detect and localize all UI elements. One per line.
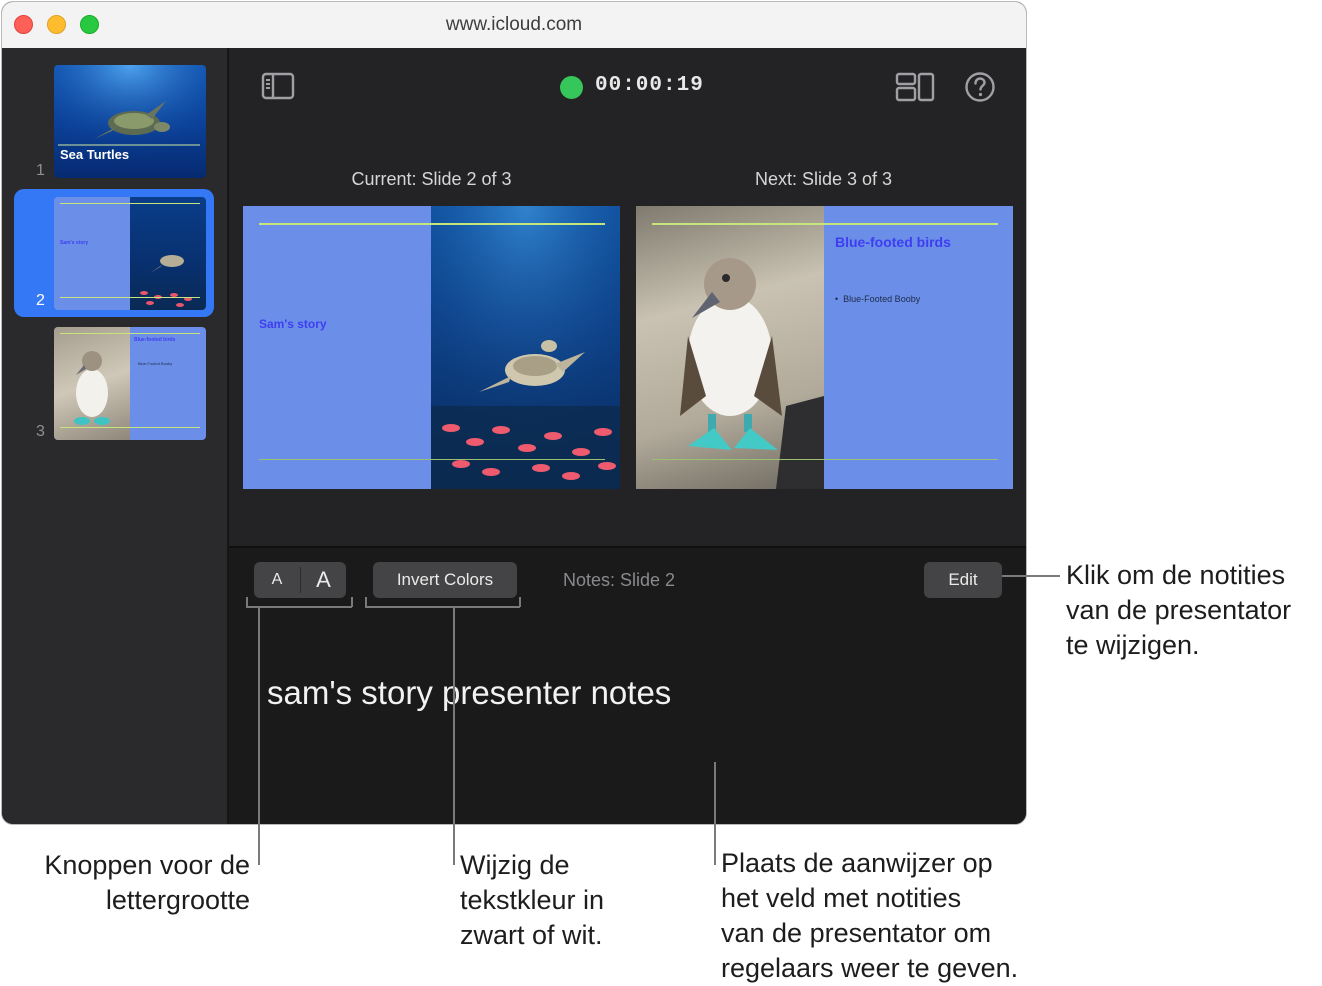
help-icon[interactable] <box>964 71 996 103</box>
slide-title: Sam's story <box>60 240 89 246</box>
slide-title: Blue-footed birds <box>134 337 176 343</box>
callout-line-font <box>258 607 260 865</box>
slide-thumbnail-2[interactable]: 2 Sam's story <box>14 189 214 317</box>
callout-line-text: van de presentator om <box>721 918 992 948</box>
slide-thumbnail-image: Sam's story <box>54 197 206 310</box>
callout-line-text: regelaars weer te geven. <box>721 953 1019 983</box>
title-bar: www.icloud.com <box>2 2 1026 49</box>
callout-line-text: Knoppen voor de <box>44 850 250 880</box>
timer-status-dot <box>560 76 583 99</box>
presenter-display: 00:00:19 Current: Slide 2 of 3 Next: Sli… <box>229 48 1026 546</box>
current-slide-preview: Sam's story <box>243 206 620 489</box>
slide-bullet: Blue-Footed Booby <box>138 361 173 366</box>
callout-line-text: Wijzig de <box>460 850 570 880</box>
slide-thumbnail-image: Sea Turtles <box>54 65 206 178</box>
slide-number: 3 <box>36 423 45 440</box>
url-label: www.icloud.com <box>445 14 583 35</box>
callout-line-text: tekstkleur in <box>460 885 605 915</box>
sidebar-toggle-icon[interactable] <box>261 72 295 100</box>
callout-edit: Klik om de notities van de presentator t… <box>1066 558 1291 663</box>
callout-line-text: het veld met notities <box>721 883 962 913</box>
next-slide-preview: Blue-footed birds • Blue-Footed Booby <box>636 206 1013 489</box>
underwater-turtle-photo <box>431 206 620 489</box>
presenter-notes-text: sam's story presenter notes <box>267 674 672 711</box>
slide-title: Sea Turtles <box>60 147 130 162</box>
edit-notes-button[interactable]: Edit <box>924 562 1002 598</box>
slide-number: 1 <box>36 162 45 179</box>
bullet-text: Blue-Footed Booby <box>843 294 921 304</box>
callout-notes-field: Plaats de aanwijzer op het veld met noti… <box>721 846 1018 986</box>
booby-photo <box>54 327 130 440</box>
callout-line-text: te wijzigen. <box>1066 630 1200 660</box>
blue-footed-booby-photo <box>636 206 824 489</box>
layout-icon[interactable] <box>895 72 935 102</box>
slide-number: 2 <box>36 292 45 309</box>
slide-navigator: 1 Sea Turtles 2 Sam's story 3 Blue-foote… <box>2 48 229 824</box>
increase-font-button[interactable]: A <box>301 562 346 598</box>
callout-line-text: Plaats de aanwijzer op <box>721 848 993 878</box>
browser-window: www.icloud.com 1 Sea Turtles 2 Sam's sto… <box>1 1 1027 825</box>
callout-line-text: lettergrootte <box>105 885 250 915</box>
callout-invert: Wijzig de tekstkleur in zwart of wit. <box>460 848 604 953</box>
slide-thumbnail-3[interactable]: 3 Blue-footed birds Blue-Footed Booby <box>14 323 214 447</box>
current-slide-label: Current: Slide 2 of 3 <box>351 169 512 189</box>
next-slide-bullet: • Blue-Footed Booby <box>835 294 921 304</box>
elapsed-timer[interactable]: 00:00:19 <box>595 74 704 97</box>
current-slide-title: Sam's story <box>259 317 327 331</box>
callout-line-text: van de presentator <box>1066 595 1292 625</box>
callout-line-notes <box>714 762 716 865</box>
callout-line-edit <box>1002 575 1060 577</box>
slide-thumbnail-image: Blue-footed birds Blue-Footed Booby <box>54 327 206 440</box>
callout-line-text: Klik om de notities <box>1066 560 1286 590</box>
font-size-control: A A <box>254 562 346 598</box>
callout-font-size: Knoppen voor de lettergrootte <box>20 848 250 918</box>
decrease-font-button[interactable]: A <box>254 562 300 598</box>
callout-line-text: zwart of wit. <box>460 920 603 950</box>
underwater-photo <box>130 197 206 310</box>
callout-line-invert <box>453 607 455 865</box>
slide-thumbnail-1[interactable]: 1 Sea Turtles <box>14 58 214 182</box>
next-slide-label: Next: Slide 3 of 3 <box>754 169 893 189</box>
callout-bracket-invert <box>519 597 521 607</box>
notes-slide-label: Notes: Slide 2 <box>563 570 676 590</box>
next-slide-title: Blue-footed birds <box>835 234 951 250</box>
callout-bracket-font <box>351 597 353 607</box>
callout-bracket-invert <box>365 606 520 608</box>
presenter-notes-panel[interactable]: A A Invert Colors Notes: Slide 2 Edit sa… <box>229 546 1026 824</box>
invert-colors-button[interactable]: Invert Colors <box>373 562 517 598</box>
callout-bracket-font <box>246 606 352 608</box>
